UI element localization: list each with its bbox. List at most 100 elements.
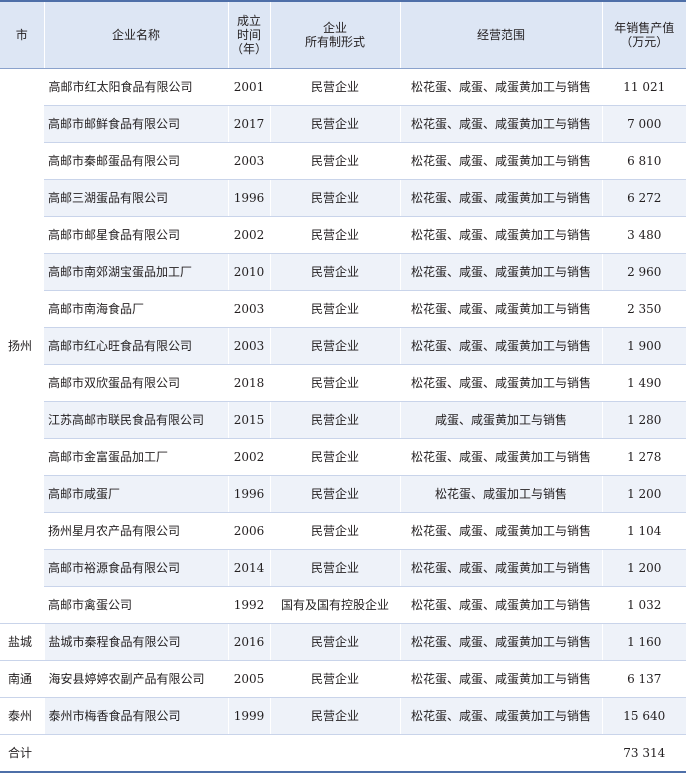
header-ownership-line: 企业 [322,20,347,35]
cell-name: 高邮市禽蛋公司 [44,586,228,624]
cell-sales: 1 200 [601,549,686,587]
cell-name: 高邮市金富蛋品加工厂 [44,438,228,476]
total-label: 合计 [0,734,44,773]
cell-scope: 松花蛋、咸蛋、咸蛋黄加工与销售 [399,438,602,476]
cell-ownership: 民营企业 [269,142,400,180]
cell-ownership: 民营企业 [269,179,400,217]
cell-ownership: 民营企业 [269,660,400,698]
cell-ownership: 民营企业 [269,401,400,439]
table-row: 高邮市金富蛋品加工厂 2002 民营企业 松花蛋、咸蛋、咸蛋黄加工与销售 1 278 [0,438,686,476]
table-row: 高邮市红心旺食品有限公司 2003 民营企业 松花蛋、咸蛋、咸蛋黄加工与销售 1 900 [0,327,686,365]
cell-year: 2017 [227,105,270,143]
cell-year: 1996 [227,179,270,217]
table-row: 高邮市南海食品厂 2003 民营企业 松花蛋、咸蛋、咸蛋黄加工与销售 2 350 [0,290,686,328]
cell-scope: 松花蛋、咸蛋、咸蛋黄加工与销售 [399,216,602,254]
cell-scope: 松花蛋、咸蛋、咸蛋黄加工与销售 [399,290,602,328]
cell-ownership: 民营企业 [269,549,400,587]
cell-name: 高邮市南郊湖宝蛋品加工厂 [44,253,228,291]
header-sales: 年销售产值 （万元） [601,0,686,69]
cell-sales: 1 104 [601,512,686,550]
header-year-line: （年） [230,41,267,56]
cell-sales: 15 640 [601,697,686,735]
cell-name: 扬州星月农产品有限公司 [44,512,228,550]
table-row: 泰州 泰州市梅香食品有限公司 1999 民营企业 松花蛋、咸蛋、咸蛋黄加工与销售 15 6… [0,697,686,735]
cell-scope: 咸蛋、咸蛋黄加工与销售 [399,401,602,439]
header-year-line: 成立 [236,13,261,28]
cell-city: 泰州 [0,697,44,735]
table-body: 扬州 高邮市红太阳食品有限公司 2001 民营企业 松花蛋、咸蛋、咸蛋黄加工与销售 11 … [0,68,686,773]
cell-sales: 1 280 [601,401,686,439]
cell-year: 2002 [227,438,270,476]
cell-year: 2010 [227,253,270,291]
cell-name: 泰州市梅香食品有限公司 [43,697,228,735]
cell-year: 2002 [227,216,270,254]
total-empty-cell [43,734,228,773]
header-name: 企业名称 [43,0,228,69]
cell-scope: 松花蛋、咸蛋、咸蛋黄加工与销售 [399,549,602,587]
cell-name: 江苏高邮市联民食品有限公司 [44,401,228,439]
table-row: 高邮市双欣蛋品有限公司 2018 民营企业 松花蛋、咸蛋、咸蛋黄加工与销售 1 490 [0,364,686,402]
table-row: 高邮三湖蛋品有限公司 1996 民营企业 松花蛋、咸蛋、咸蛋黄加工与销售 6 272 [0,179,686,217]
cell-year: 2014 [227,549,270,587]
cell-ownership: 民营企业 [269,364,400,402]
cell-sales: 6 137 [601,660,686,698]
header-scope: 经营范围 [399,0,602,69]
cell-scope: 松花蛋、咸蛋、咸蛋黄加工与销售 [399,142,602,180]
cell-ownership: 民营企业 [269,623,400,661]
cell-ownership: 民营企业 [269,438,400,476]
cell-scope: 松花蛋、咸蛋、咸蛋黄加工与销售 [399,327,602,365]
table-row: 高邮市邮星食品有限公司 2002 民营企业 松花蛋、咸蛋、咸蛋黄加工与销售 3 480 [0,216,686,254]
cell-scope: 松花蛋、咸蛋、咸蛋黄加工与销售 [399,364,602,402]
cell-year: 2006 [227,512,270,550]
table-row: 盐城 盐城市秦程食品有限公司 2016 民营企业 松花蛋、咸蛋、咸蛋黄加工与销售 1 16… [0,623,686,661]
cell-sales: 1 032 [601,586,686,624]
total-row: 合计 73 314 [0,734,686,773]
cell-name: 高邮市双欣蛋品有限公司 [44,364,228,402]
cell-name: 高邮市咸蛋厂 [44,475,228,513]
cell-city: 扬州 [0,68,44,624]
cell-scope: 松花蛋、咸蛋、咸蛋黄加工与销售 [399,623,602,661]
cell-sales: 1 490 [601,364,686,402]
cell-city: 盐城 [0,623,44,661]
cell-year: 2001 [227,68,270,106]
cell-name: 高邮市邮鲜食品有限公司 [44,105,228,143]
total-empty-cell [269,734,400,773]
table-row: 扬州星月农产品有限公司 2006 民营企业 松花蛋、咸蛋、咸蛋黄加工与销售 1 104 [0,512,686,550]
cell-ownership: 民营企业 [269,290,400,328]
header-year: 成立 时间 （年） [227,0,270,69]
header-year-line: 时间 [236,27,261,42]
cell-scope: 松花蛋、咸蛋、咸蛋黄加工与销售 [399,253,602,291]
cell-year: 1999 [227,697,270,735]
cell-ownership: 民营企业 [269,327,400,365]
cell-sales: 1 160 [601,623,686,661]
cell-sales: 7 000 [601,105,686,143]
table-row: 江苏高邮市联民食品有限公司 2015 民营企业 咸蛋、咸蛋黄加工与销售 1 280 [0,401,686,439]
cell-name: 高邮市红心旺食品有限公司 [44,327,228,365]
cell-name: 盐城市秦程食品有限公司 [43,623,228,661]
cell-year: 2003 [227,290,270,328]
cell-year: 2005 [227,660,270,698]
cell-year: 1992 [227,586,270,624]
cell-scope: 松花蛋、咸蛋、咸蛋黄加工与销售 [399,512,602,550]
cell-name: 高邮市邮星食品有限公司 [44,216,228,254]
cell-ownership: 民营企业 [269,216,400,254]
cell-name: 高邮市裕源食品有限公司 [44,549,228,587]
cell-scope: 松花蛋、咸蛋加工与销售 [399,475,602,513]
cell-year: 2003 [227,327,270,365]
cell-sales: 6 272 [601,179,686,217]
enterprise-table: 市 企业名称 成立 时间 （年） 企业 所有制形式 经营范围 年销售产值 （万元… [0,0,686,773]
cell-city: 南通 [0,660,44,698]
table-row: 南通 海安县婷婷农副产品有限公司 2005 民营企业 松花蛋、咸蛋、咸蛋黄加工与销售 6 … [0,660,686,698]
cell-scope: 松花蛋、咸蛋、咸蛋黄加工与销售 [399,105,602,143]
cell-scope: 松花蛋、咸蛋、咸蛋黄加工与销售 [399,697,602,735]
cell-ownership: 民营企业 [269,697,400,735]
cell-ownership: 民营企业 [269,253,400,291]
cell-sales: 1 278 [601,438,686,476]
cell-year: 2003 [227,142,270,180]
header-sales-line: （万元） [620,34,669,49]
header-ownership-line: 所有制形式 [304,34,365,49]
total-empty-cell [399,734,602,773]
table-row: 高邮市咸蛋厂 1996 民营企业 松花蛋、咸蛋加工与销售 1 200 [0,475,686,513]
table-header: 市 企业名称 成立 时间 （年） 企业 所有制形式 经营范围 年销售产值 （万元… [0,0,686,69]
cell-name: 高邮市秦邮蛋品有限公司 [44,142,228,180]
